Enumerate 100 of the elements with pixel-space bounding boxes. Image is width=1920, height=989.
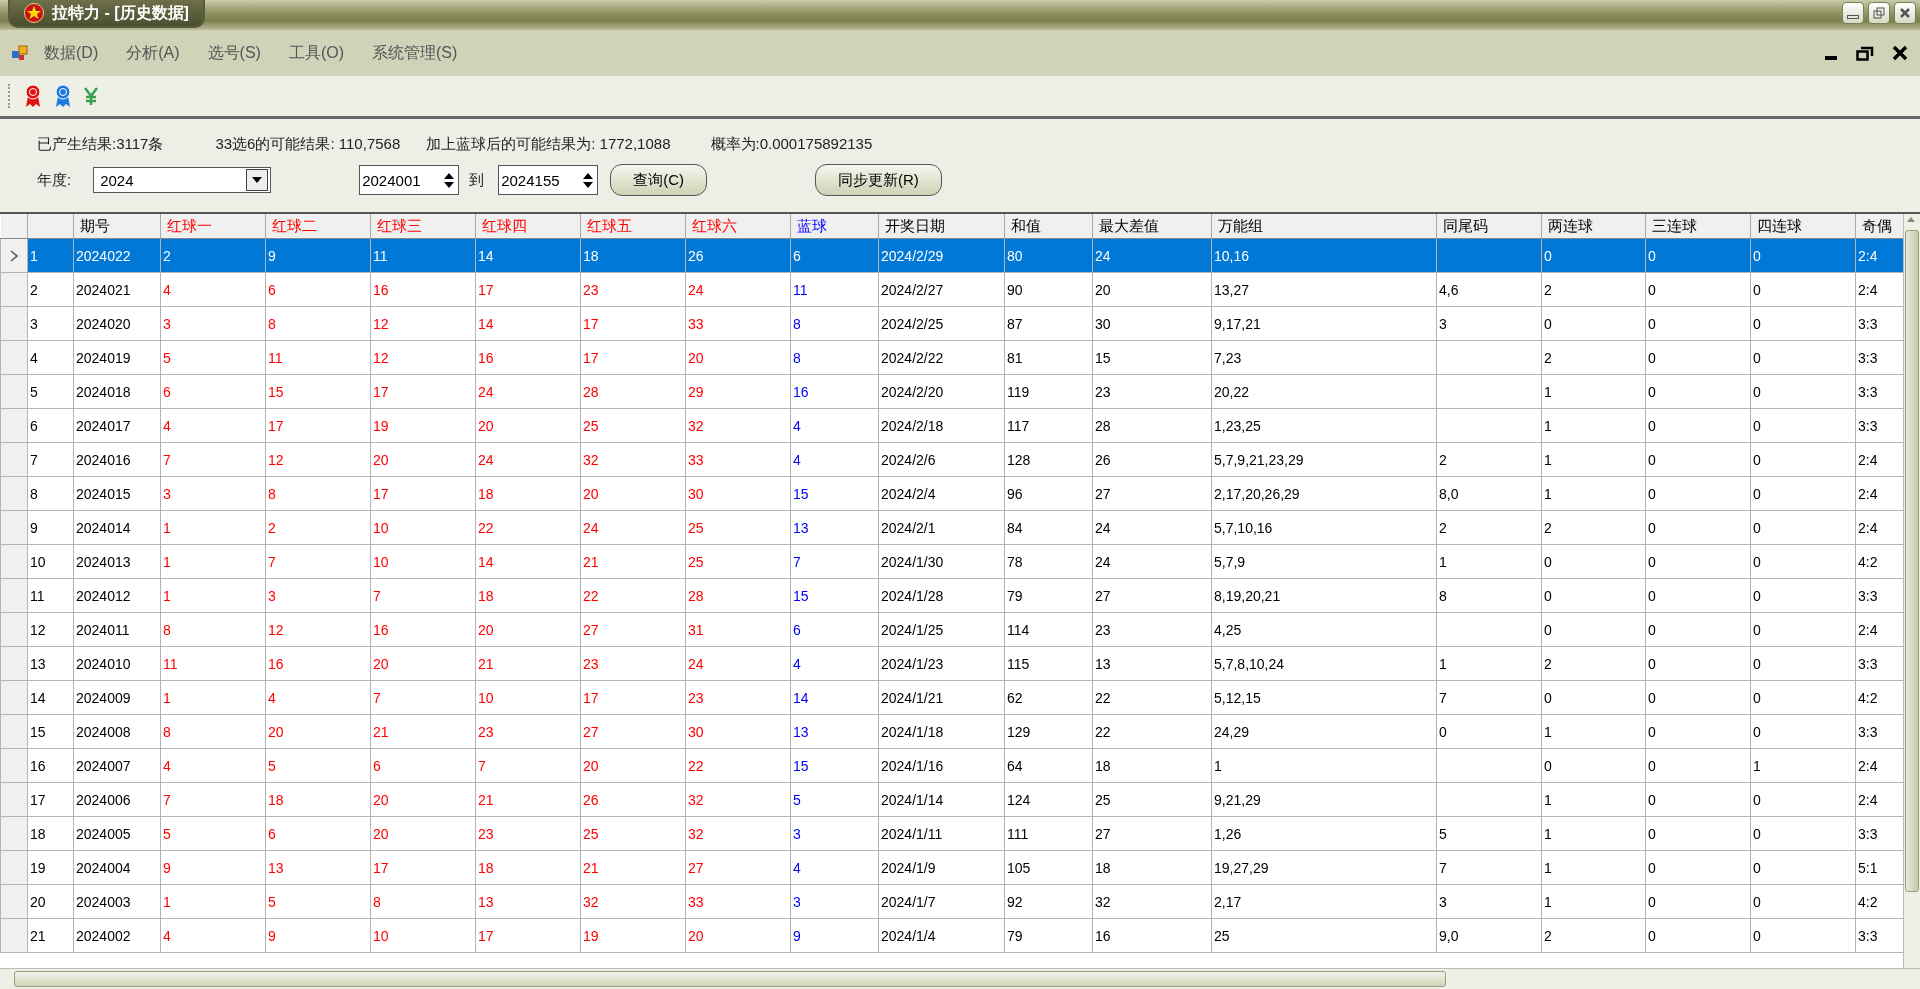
table-cell: 128 (1004, 442, 1093, 477)
table-row[interactable]: 12 2024011 8 12 16 20 27 31 6 2024/1/25 114 23 4,25 0 0 0 2:4 (0, 612, 1903, 647)
column-header[interactable]: 红球五 (580, 214, 686, 239)
row-header[interactable] (0, 238, 28, 273)
row-header[interactable] (0, 408, 28, 443)
row-header[interactable] (0, 578, 28, 613)
table-row[interactable]: 19 2024004 9 13 17 18 21 27 4 2024/1/9 105 18 19,27,29 7 1 0 0 5:1 (0, 850, 1903, 885)
row-header[interactable] (0, 918, 28, 953)
row-header[interactable] (0, 442, 28, 477)
from-spinner[interactable]: 2024001 (359, 165, 460, 195)
minimize-button[interactable] (1842, 2, 1864, 24)
column-header[interactable]: 红球四 (475, 214, 581, 239)
row-header[interactable] (0, 850, 28, 885)
table-row[interactable]: 14 2024009 1 4 7 10 17 23 14 2024/1/21 62 22 5,12,15 7 0 0 0 4:2 (0, 680, 1903, 715)
close-icon[interactable] (1892, 45, 1908, 61)
column-header[interactable]: 四连球 (1750, 214, 1856, 239)
table-row[interactable]: 6 2024017 4 17 19 20 25 32 4 2024/2/18 117 28 1,23,25 1 0 0 3:3 (0, 408, 1903, 443)
table-row[interactable]: 20 2024003 1 5 8 13 32 33 3 2024/1/7 92 32 2,17 3 1 0 0 4:2 (0, 884, 1903, 919)
row-header[interactable] (0, 884, 28, 919)
query-button[interactable]: 查询(C) (610, 164, 707, 196)
table-cell: 19 (27, 850, 74, 885)
column-header[interactable]: 红球二 (265, 214, 371, 239)
table-row[interactable]: 5 2024018 6 15 17 24 28 29 16 2024/2/20 119 23 20,22 1 0 0 3:3 (0, 374, 1903, 409)
yen-icon[interactable] (83, 86, 99, 106)
table-row[interactable]: 17 2024006 7 18 20 21 26 32 5 2024/1/14 124 25 9,21,29 1 0 0 2:4 (0, 782, 1903, 817)
table-cell: 64 (1004, 748, 1093, 783)
menu-item[interactable]: 系统管理(S) (372, 42, 458, 64)
table-cell: 79 (1004, 918, 1093, 953)
year-dropdown[interactable]: 2024 (93, 167, 272, 193)
close-button[interactable] (1894, 2, 1916, 24)
vertical-scrollbar[interactable] (1903, 214, 1920, 968)
medal-icon[interactable] (23, 84, 43, 108)
window-menu-icon[interactable] (12, 45, 28, 61)
table-row[interactable]: 9 2024014 1 2 10 22 24 25 13 2024/2/1 84 24 5,7,10,16 2 2 0 0 2:4 (0, 510, 1903, 545)
table-row[interactable]: 2 2024021 4 6 16 17 23 24 11 2024/2/27 90 20 13,27 4,6 2 0 0 2:4 (0, 272, 1903, 307)
row-header[interactable] (0, 646, 28, 681)
table-row[interactable]: 15 2024008 8 20 21 23 27 30 13 2024/1/18 129 22 24,29 0 1 0 0 3:3 (0, 714, 1903, 749)
row-header[interactable] (0, 510, 28, 545)
sync-button[interactable]: 同步更新(R) (815, 164, 942, 196)
table-cell: 24 (1092, 544, 1212, 579)
table-cell: 6 (370, 748, 476, 783)
column-header[interactable]: 两连球 (1541, 214, 1646, 239)
row-header[interactable] (0, 612, 28, 647)
menu-item[interactable]: 选号(S) (207, 42, 261, 64)
table-cell: 0 (1750, 612, 1856, 647)
column-header[interactable]: 蓝球 (790, 214, 879, 239)
table-cell: 4 (265, 680, 371, 715)
table-cell: 0 (1645, 850, 1751, 885)
column-header[interactable]: 三连球 (1645, 214, 1751, 239)
table-row[interactable]: 18 2024005 5 6 20 23 25 32 3 2024/1/11 111 27 1,26 5 1 0 0 3:3 (0, 816, 1903, 851)
table-cell: 0 (1750, 442, 1856, 477)
menu-item[interactable]: 工具(O) (288, 42, 344, 64)
row-header[interactable] (0, 782, 28, 817)
row-header[interactable] (0, 816, 28, 851)
table-row[interactable]: 3 2024020 3 8 12 14 17 33 8 2024/2/25 87 30 9,17,21 3 0 0 0 3:3 (0, 306, 1903, 341)
table-cell: 2024004 (73, 850, 161, 885)
table-cell: 17 (265, 408, 371, 443)
table-cell: 32 (685, 408, 791, 443)
column-header[interactable]: 红球一 (160, 214, 266, 239)
restore-icon[interactable] (1856, 45, 1874, 61)
column-header[interactable]: 红球三 (370, 214, 476, 239)
table-cell: 2 (1541, 272, 1646, 307)
table-cell: 25 (580, 408, 686, 443)
table-row[interactable]: 8 2024015 3 8 17 18 20 30 15 2024/2/4 96 27 2,17,20,26,29 8,0 1 0 0 2:4 (0, 476, 1903, 511)
menu-item[interactable]: 分析(A) (126, 42, 180, 64)
table-cell: 10 (370, 544, 476, 579)
row-header[interactable] (0, 340, 28, 375)
column-header[interactable]: 同尾码 (1436, 214, 1542, 239)
menu-item[interactable]: 数据(D) (44, 42, 99, 64)
column-header[interactable]: 期号 (73, 214, 161, 239)
table-row[interactable]: 11 2024012 1 3 7 18 22 28 15 2024/1/28 79 27 8,19,20,21 8 0 0 0 3:3 (0, 578, 1903, 613)
table-cell: 17 (370, 850, 476, 885)
table-row[interactable]: 16 2024007 4 5 6 7 20 22 15 2024/1/16 64 18 1 0 0 1 2:4 (0, 748, 1903, 783)
column-header[interactable]: 和值 (1004, 214, 1093, 239)
row-header[interactable] (0, 544, 28, 579)
table-row[interactable]: 4 2024019 5 11 12 16 17 20 8 2024/2/22 81 15 7,23 2 0 0 3:3 (0, 340, 1903, 375)
table-row[interactable]: 10 2024013 1 7 10 14 21 25 7 2024/1/30 78 24 5,7,9 1 0 0 0 4:2 (0, 544, 1903, 579)
row-header[interactable] (0, 306, 28, 341)
row-header[interactable] (0, 374, 28, 409)
row-header[interactable] (0, 680, 28, 715)
medal-icon[interactable] (53, 84, 73, 108)
row-header[interactable] (0, 476, 28, 511)
column-header[interactable]: 万能组 (1211, 214, 1437, 239)
table-row[interactable]: 1 2024022 2 9 11 14 18 26 6 2024/2/29 80 24 10,16 0 0 0 2:4 (0, 238, 1903, 273)
column-header[interactable]: 奇偶 (1855, 214, 1903, 239)
row-header[interactable] (0, 272, 28, 307)
table-cell: 2024009 (73, 680, 161, 715)
table-row[interactable]: 13 2024010 11 16 20 21 23 24 4 2024/1/23 115 13 5,7,8,10,24 1 2 0 0 3:3 (0, 646, 1903, 681)
table-cell: 27 (580, 612, 686, 647)
column-header[interactable]: 开奖日期 (878, 214, 1005, 239)
restore-button[interactable] (1868, 2, 1890, 24)
row-header[interactable] (0, 714, 28, 749)
table-row[interactable]: 21 2024002 4 9 10 17 19 20 9 2024/1/4 79 16 25 9,0 2 0 0 3:3 (0, 918, 1903, 953)
horizontal-scrollbar[interactable] (0, 968, 1920, 989)
row-header[interactable] (0, 748, 28, 783)
column-header[interactable]: 红球六 (685, 214, 791, 239)
table-row[interactable]: 7 2024016 7 12 20 24 32 33 4 2024/2/6 128 26 5,7,9,21,23,29 2 1 0 0 2:4 (0, 442, 1903, 477)
table-cell: 18 (1092, 850, 1212, 885)
to-spinner[interactable]: 2024155 (498, 165, 599, 195)
column-header[interactable]: 最大差值 (1092, 214, 1212, 239)
